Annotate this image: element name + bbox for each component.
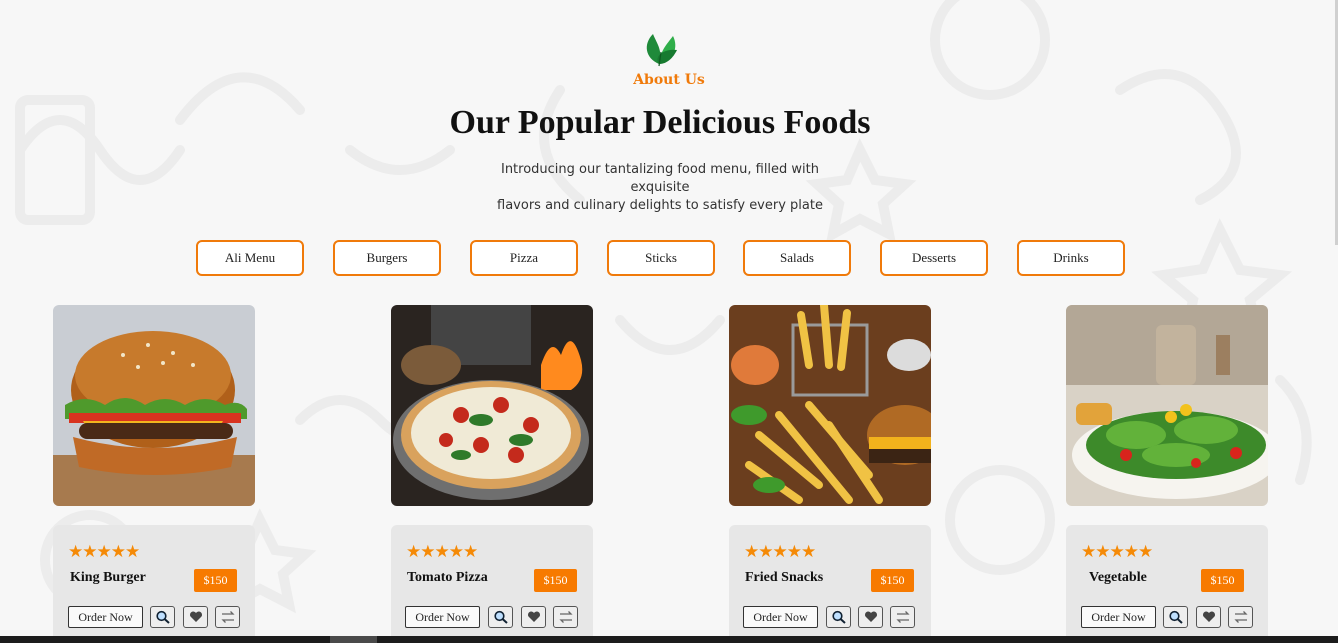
search-icon	[155, 610, 170, 624]
taskbar-item[interactable]	[330, 636, 377, 643]
heart-icon	[527, 611, 540, 622]
burger-image	[53, 305, 255, 506]
tab-drinks[interactable]: Drinks	[1017, 240, 1125, 276]
tab-burgers[interactable]: Burgers	[333, 240, 441, 276]
intro-line-1: Introducing our tantalizing food menu, f…	[500, 162, 820, 195]
rating-stars: ★★★★★	[406, 542, 478, 562]
leaf-icon	[646, 34, 677, 67]
order-now-button[interactable]: Order Now	[68, 606, 143, 628]
heart-icon	[189, 611, 202, 622]
compare-button[interactable]	[553, 606, 578, 628]
heart-icon	[1202, 611, 1215, 622]
tab-sticks[interactable]: Sticks	[607, 240, 715, 276]
rating-stars: ★★★★★	[68, 542, 140, 562]
taskbar	[0, 636, 1338, 643]
compare-button[interactable]	[215, 606, 240, 628]
compare-icon	[1233, 611, 1248, 623]
rating-stars: ★★★★★	[744, 542, 816, 562]
order-now-button[interactable]: Order Now	[743, 606, 818, 628]
quick-view-button[interactable]	[1163, 606, 1188, 628]
compare-icon	[558, 611, 573, 623]
salad-image	[1066, 305, 1268, 506]
product-image-fries[interactable]	[729, 305, 931, 506]
price-badge: $150	[534, 569, 577, 592]
product-name: Vegetable	[1089, 570, 1147, 585]
tab-pizza[interactable]: Pizza	[470, 240, 578, 276]
product-card-vegetable: ★★★★★ Vegetable $150 Order Now	[1066, 525, 1268, 643]
price-badge: $150	[871, 569, 914, 592]
pizza-image	[391, 305, 593, 506]
wishlist-button[interactable]	[858, 606, 883, 628]
search-icon	[1168, 610, 1183, 624]
tab-desserts[interactable]: Desserts	[880, 240, 988, 276]
price-badge: $150	[1201, 569, 1244, 592]
product-name: King Burger	[70, 570, 146, 585]
product-image-pizza[interactable]	[391, 305, 593, 506]
section-intro: Introducing our tantalizing food menu, f…	[480, 161, 840, 215]
order-now-button[interactable]: Order Now	[1081, 606, 1156, 628]
wishlist-button[interactable]	[183, 606, 208, 628]
product-card-fried-snacks: ★★★★★ Fried Snacks $150 Order Now	[729, 525, 931, 643]
heart-icon	[864, 611, 877, 622]
tab-all-menu[interactable]: Ali Menu	[196, 240, 304, 276]
wishlist-button[interactable]	[521, 606, 546, 628]
compare-button[interactable]	[1228, 606, 1253, 628]
rating-stars: ★★★★★	[1081, 542, 1153, 562]
tab-salads[interactable]: Salads	[743, 240, 851, 276]
fries-image	[729, 305, 931, 506]
order-now-button[interactable]: Order Now	[405, 606, 480, 628]
product-image-burger[interactable]	[53, 305, 255, 506]
quick-view-button[interactable]	[150, 606, 175, 628]
quick-view-button[interactable]	[488, 606, 513, 628]
quick-view-button[interactable]	[826, 606, 851, 628]
compare-icon	[895, 611, 910, 623]
compare-button[interactable]	[890, 606, 915, 628]
product-image-salad[interactable]	[1066, 305, 1268, 506]
intro-line-2: flavors and culinary delights to satisfy…	[497, 198, 823, 213]
product-card-king-burger: ★★★★★ King Burger $150 Order Now	[53, 525, 255, 643]
section-eyebrow: About Us	[633, 72, 705, 88]
product-card-tomato-pizza: ★★★★★ Tomato Pizza $150 Order Now	[391, 525, 593, 643]
price-badge: $150	[194, 569, 237, 592]
product-name: Fried Snacks	[745, 570, 824, 585]
search-icon	[493, 610, 508, 624]
wishlist-button[interactable]	[1196, 606, 1221, 628]
product-name: Tomato Pizza	[407, 570, 488, 585]
search-icon	[831, 610, 846, 624]
page-title: Our Popular Delicious Foods	[449, 104, 871, 141]
compare-icon	[220, 611, 235, 623]
